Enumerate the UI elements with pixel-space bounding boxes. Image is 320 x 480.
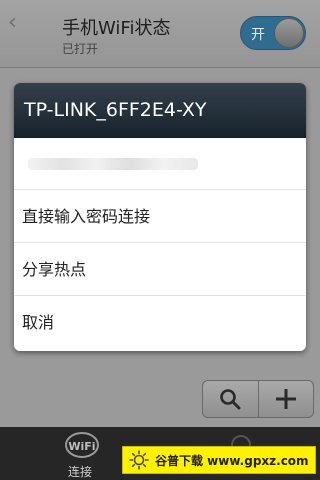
page-title: 手机WiFi状态 xyxy=(62,18,171,39)
network-options-dialog: TP-LINK_6FF2E4-XY 直接输入密码连接 分享热点 取消 xyxy=(14,83,306,351)
app-header: ‹ 手机WiFi状态 已打开 开 xyxy=(0,0,320,68)
blurred-info-row xyxy=(14,138,306,190)
back-arrow-icon[interactable]: ‹ xyxy=(8,10,17,35)
tab-connect-label: 连接 xyxy=(68,465,93,479)
blurred-text xyxy=(28,158,198,170)
watermark-text: 谷普下载 www.gpxz.com xyxy=(155,453,309,468)
sun-logo-icon xyxy=(129,450,149,470)
search-button[interactable] xyxy=(203,381,258,417)
plus-icon xyxy=(275,389,296,409)
toggle-knob xyxy=(274,18,304,48)
svg-text:WiFi: WiFi xyxy=(68,440,95,453)
cancel-option[interactable]: 取消 xyxy=(14,296,306,349)
watermark: 谷普下载 www.gpxz.com xyxy=(122,446,316,474)
dialog-title: TP-LINK_6FF2E4-XY xyxy=(14,83,306,138)
wifi-status-text: 已打开 xyxy=(62,42,99,56)
search-icon xyxy=(220,389,241,410)
toggle-label: 开 xyxy=(251,27,265,43)
share-hotspot-option[interactable]: 分享热点 xyxy=(14,243,306,296)
wifi-icon: WiFi xyxy=(65,432,99,458)
wifi-toggle[interactable]: 开 xyxy=(240,16,306,50)
add-button[interactable] xyxy=(257,381,314,417)
toolbar xyxy=(202,380,314,418)
connect-with-password-option[interactable]: 直接输入密码连接 xyxy=(14,190,306,243)
